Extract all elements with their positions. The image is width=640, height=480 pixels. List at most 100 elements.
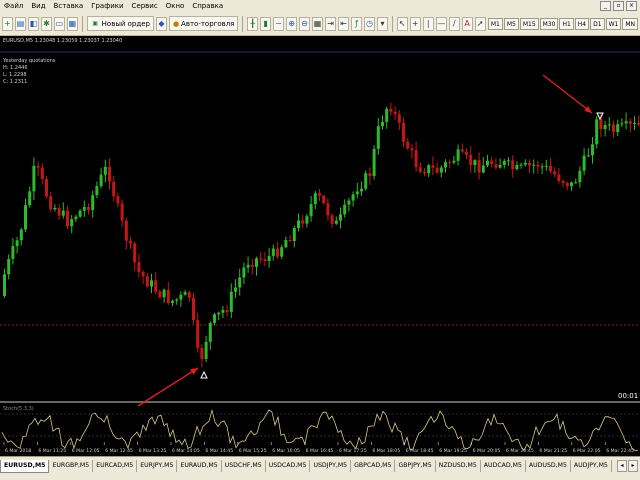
tab-usdchf[interactable]: USDCHF,M5	[222, 460, 266, 472]
market-watch-icon[interactable]: ◧	[27, 16, 39, 31]
new-order-button[interactable]: ▣ Новый ордер	[86, 16, 154, 31]
tab-audusd[interactable]: AUDUSD,M5	[526, 460, 571, 472]
candle-body	[255, 258, 258, 267]
close-icon[interactable]: ×	[626, 1, 637, 11]
candle-body	[465, 151, 468, 155]
periods-icon[interactable]: ◷	[364, 16, 376, 31]
timeframe-w1[interactable]: W1	[605, 17, 622, 30]
menu-bar: Файл Вид Вставка Графики Сервис Окно Спр…	[0, 0, 640, 12]
tab-audcad[interactable]: AUDCAD,M5	[481, 460, 526, 472]
candle-body	[578, 170, 582, 183]
time-label: 6 Mar 18:05	[372, 448, 400, 454]
meta-editor-icon[interactable]: ◆	[155, 16, 167, 31]
terminal-icon[interactable]: ▭	[53, 16, 65, 31]
bar-countdown: 00:01	[618, 392, 639, 400]
price-chart[interactable]: 6 Mar 2018 6 Mar 11:25 6 Mar 12:05 6 Mar 12…	[0, 36, 640, 456]
chart-shift-icon[interactable]: ⇤	[338, 16, 350, 31]
horizontal-line-icon[interactable]: —	[435, 16, 447, 31]
chart-window[interactable]: 6 Mar 2018 6 Mar 11:25 6 Mar 12:05 6 Mar 12…	[0, 36, 640, 456]
candle-body	[187, 292, 191, 298]
candle-body	[397, 114, 401, 123]
candle-body	[368, 173, 372, 177]
candle-body	[326, 203, 330, 216]
candle-body	[624, 121, 628, 124]
menu-help[interactable]: Справка	[188, 0, 227, 12]
candle-body	[99, 174, 103, 187]
autotrade-button[interactable]: ● Авто-торговля	[168, 16, 239, 31]
candle-body	[305, 216, 309, 224]
line-chart-icon[interactable]: ∼	[273, 16, 285, 31]
candle-body	[452, 160, 456, 163]
zoom-in-icon[interactable]: ⊕	[286, 16, 298, 31]
indicators-icon[interactable]: ƒ	[351, 16, 363, 31]
tab-scroll-right-icon[interactable]: ▸	[628, 460, 638, 472]
zoom-out-icon[interactable]: ⊖	[299, 16, 311, 31]
candle-body	[74, 216, 78, 220]
time-label: 6 Mar 19:25	[439, 448, 467, 454]
tab-gbpcad[interactable]: GBPCAD,M5	[351, 460, 396, 472]
candle-body	[124, 220, 128, 241]
new-order-label: Новый ордер	[101, 19, 150, 28]
candle-body	[633, 122, 636, 124]
menu-file[interactable]: Файл	[0, 0, 27, 12]
menu-view[interactable]: Вид	[27, 0, 49, 12]
tab-eurusd[interactable]: EURUSD,M5	[0, 460, 50, 473]
candle-body	[217, 312, 221, 315]
minimize-icon[interactable]: _	[600, 1, 611, 11]
tester-icon[interactable]: ▦	[66, 16, 78, 31]
vertical-line-icon[interactable]: |	[422, 16, 434, 31]
candle-body	[19, 229, 23, 241]
candle-body	[599, 119, 603, 130]
navigator-icon[interactable]: ✱	[40, 16, 52, 31]
timeframe-m1[interactable]: M1	[487, 17, 503, 30]
templates-icon[interactable]: ▾	[377, 16, 388, 31]
timeframe-mn[interactable]: MN	[622, 17, 638, 30]
tab-eurgbp[interactable]: EURGBP,M5	[49, 460, 94, 472]
candle-body	[351, 194, 355, 201]
candle-body	[120, 203, 124, 221]
time-label: 6 Mar 15:25	[239, 448, 267, 454]
profiles-icon[interactable]: ▤	[14, 16, 26, 31]
tile-windows-icon[interactable]: ▦	[312, 16, 324, 31]
menu-charts[interactable]: Графики	[87, 0, 127, 12]
timeframe-h4[interactable]: H4	[574, 17, 590, 30]
candle-body	[49, 196, 53, 210]
tab-usdjpy[interactable]: USDJPY,M5	[310, 460, 352, 472]
timeframe-m30[interactable]: M30	[539, 17, 559, 30]
text-tool-icon[interactable]: A	[461, 16, 473, 31]
restore-icon[interactable]: ▫	[613, 1, 624, 11]
tab-euraud[interactable]: EURAUD,M5	[177, 460, 222, 472]
tab-usdcad[interactable]: USDCAD,M5	[266, 460, 311, 472]
candlestick-icon[interactable]: ▮	[260, 16, 272, 31]
menu-window[interactable]: Окно	[162, 0, 189, 12]
time-label: 6 Mar 12:05	[72, 448, 100, 454]
candle-body	[473, 160, 477, 166]
crosshair-icon[interactable]: +	[409, 16, 421, 31]
menu-insert[interactable]: Вставка	[50, 0, 88, 12]
candle-body	[381, 122, 384, 127]
timeframe-m5[interactable]: M5	[503, 17, 519, 30]
tab-eurjpy[interactable]: EURJPY,M5	[137, 460, 178, 472]
tab-audjpy[interactable]: AUDJPY,M5	[571, 460, 612, 472]
tab-eurcad[interactable]: EURCAD,M5	[93, 460, 138, 472]
auto-scroll-icon[interactable]: ⇥	[325, 16, 337, 31]
tab-scroll-left-icon[interactable]: ◂	[617, 460, 627, 472]
tab-nzdusd[interactable]: NZDUSD,M5	[436, 460, 481, 472]
tab-gbpjpy[interactable]: GBPJPY,M5	[395, 460, 436, 472]
new-chart-icon[interactable]: +	[2, 16, 13, 31]
time-label: 6 Mar 12:45	[105, 448, 133, 454]
trendline-icon[interactable]: /	[448, 16, 460, 31]
arrows-icon[interactable]: ➚	[474, 16, 486, 31]
time-label: 6 Mar 20:45	[506, 448, 534, 454]
candle-body	[292, 228, 296, 242]
menu-tools[interactable]: Сервис	[128, 0, 162, 12]
cursor-icon[interactable]: ↖	[396, 16, 408, 31]
candle-body	[234, 287, 237, 292]
timeframe-m15[interactable]: M15	[519, 17, 539, 30]
timeframe-d1[interactable]: D1	[590, 17, 605, 30]
bar-chart-icon[interactable]: ╂	[247, 16, 259, 31]
timeframe-h1[interactable]: H1	[559, 17, 574, 30]
candle-body	[402, 122, 405, 142]
candle-body	[389, 108, 393, 112]
indicator-name: Yesterday quotations	[3, 58, 56, 64]
